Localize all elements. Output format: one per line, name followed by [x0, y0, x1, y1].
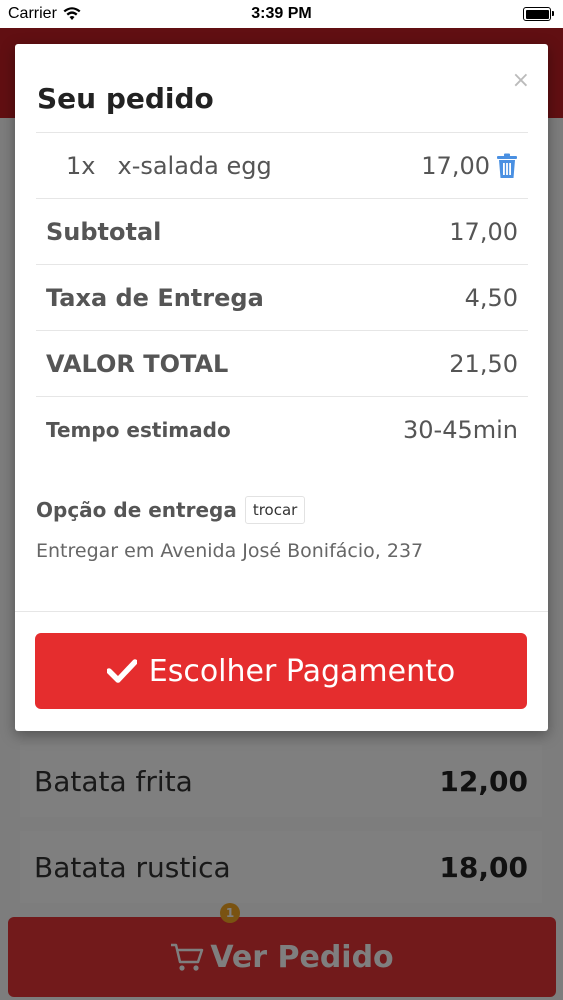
- modal-title: Seu pedido: [37, 82, 214, 115]
- choose-payment-label: Escolher Pagamento: [148, 653, 456, 689]
- close-icon[interactable]: ×: [512, 68, 530, 93]
- change-delivery-button[interactable]: trocar: [244, 496, 306, 524]
- trash-icon[interactable]: [496, 153, 518, 179]
- delivery-fee-row: Taxa de Entrega 4,50: [36, 264, 528, 330]
- status-bar: Carrier 3:39 PM: [0, 0, 563, 28]
- estimated-time-row: Tempo estimado 30-45min: [36, 396, 528, 462]
- item-quantity: 1x: [66, 151, 96, 180]
- estimated-time-value: 30-45min: [403, 415, 518, 444]
- subtotal-row: Subtotal 17,00: [36, 198, 528, 264]
- subtotal-value: 17,00: [449, 217, 518, 246]
- delivery-option-label: Opção de entrega: [36, 498, 237, 522]
- order-summary: 1x x-salada egg 17,00 Subtotal 17,00 Tax…: [36, 132, 528, 462]
- delivery-fee-label: Taxa de Entrega: [46, 283, 264, 312]
- item-name: x-salada egg: [117, 151, 272, 180]
- total-label: VALOR TOTAL: [46, 349, 229, 378]
- total-value: 21,50: [449, 349, 518, 378]
- delivery-address: Entregar em Avenida José Bonifácio, 237: [36, 540, 424, 562]
- delivery-option-section: Opção de entrega trocar Entregar em Aven…: [36, 496, 528, 562]
- total-row: VALOR TOTAL 21,50: [36, 330, 528, 396]
- order-modal: Seu pedido × 1x x-salada egg 17,00 Subto…: [15, 44, 548, 731]
- item-price: 17,00: [421, 151, 490, 180]
- clock: 3:39 PM: [251, 5, 312, 22]
- order-item-row: 1x x-salada egg 17,00: [36, 132, 528, 198]
- subtotal-label: Subtotal: [46, 217, 162, 246]
- battery-icon: [523, 7, 554, 21]
- estimated-time-label: Tempo estimado: [46, 417, 231, 442]
- check-icon: [106, 659, 137, 683]
- divider: [15, 611, 548, 612]
- choose-payment-button[interactable]: Escolher Pagamento: [35, 633, 527, 709]
- delivery-fee-value: 4,50: [464, 283, 518, 312]
